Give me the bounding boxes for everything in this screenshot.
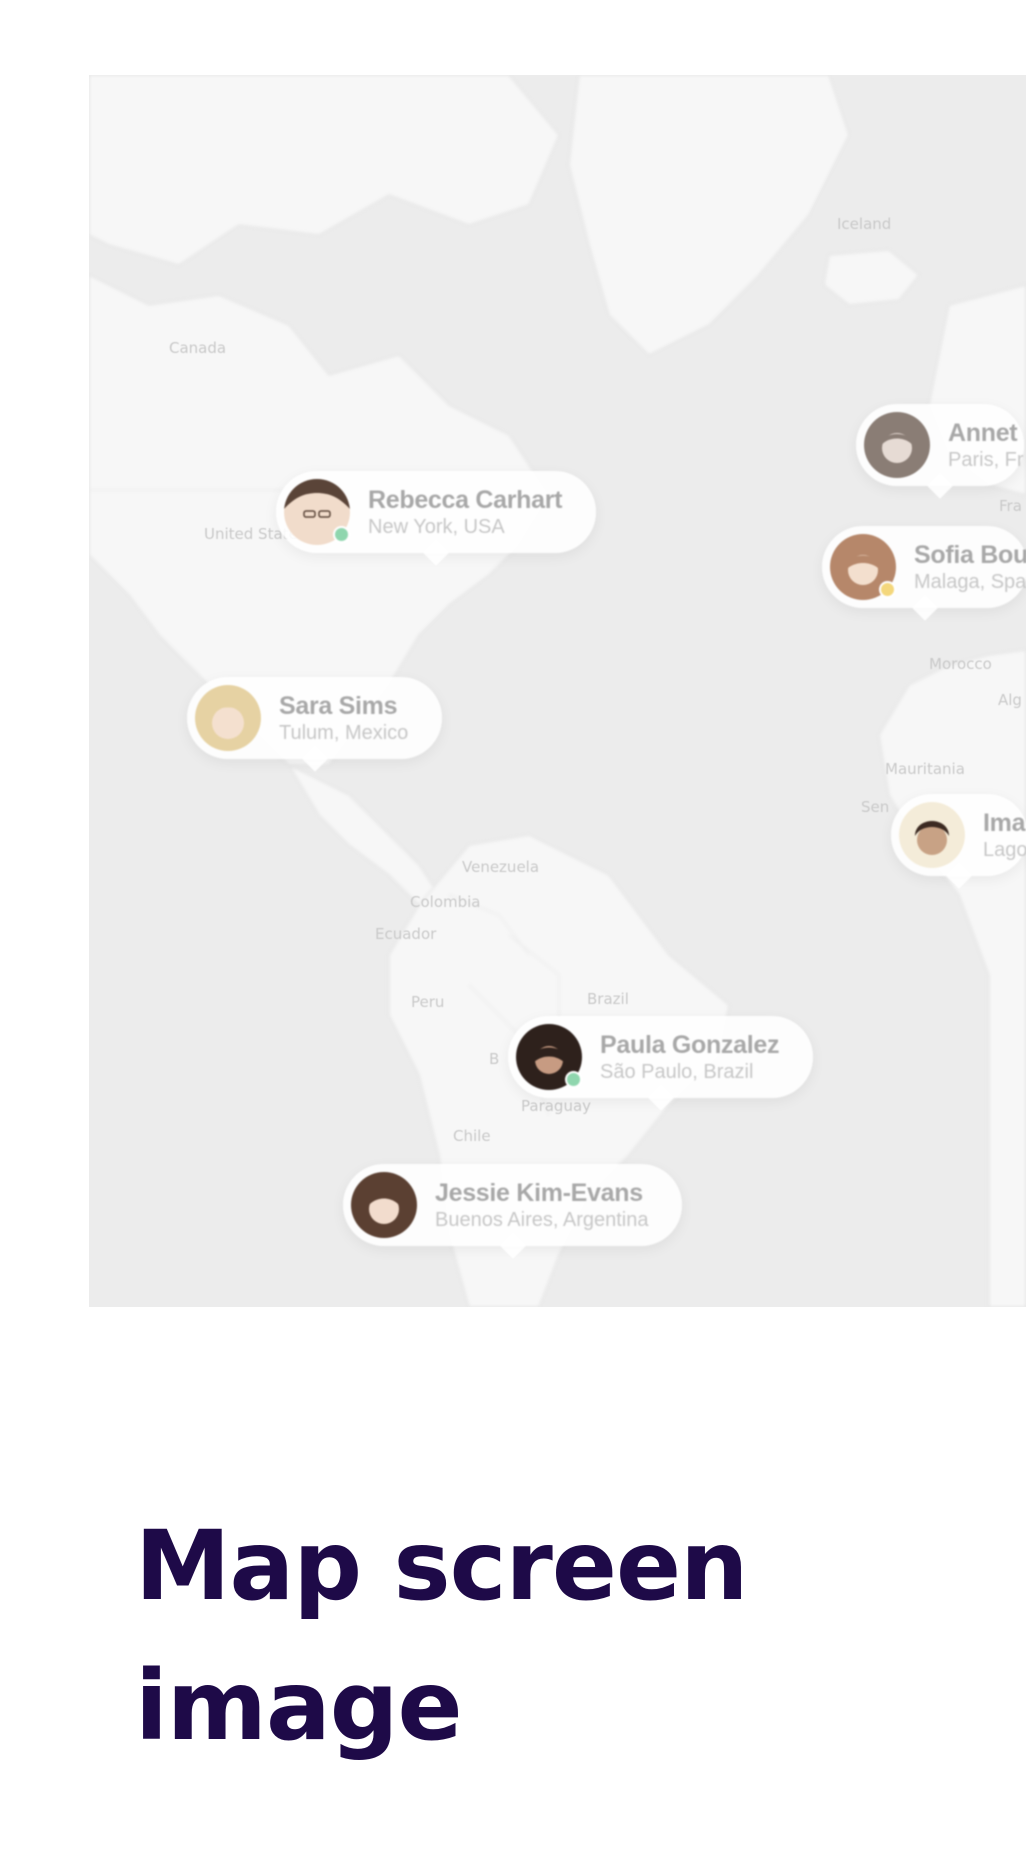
person-name: Sofia Bou xyxy=(914,541,1026,569)
person-location: Malaga, Spa xyxy=(914,571,1026,593)
avatar-photo xyxy=(864,412,930,478)
map-view[interactable]: Iceland Canada Fra United States Morocco… xyxy=(89,75,1026,1307)
avatar xyxy=(195,685,261,751)
person-location: Lago xyxy=(983,839,1026,861)
country-label-brazil: Brazil xyxy=(587,990,629,1008)
person-name: Sara Sims xyxy=(279,692,398,720)
avatar xyxy=(864,412,930,478)
country-label-colombia: Colombia xyxy=(410,893,481,911)
landmass-central-america xyxy=(287,763,441,906)
avatar xyxy=(351,1172,417,1238)
person-pin-paula[interactable]: Paula Gonzalez São Paulo, Brazil xyxy=(508,1016,814,1098)
page-title: Map screen image xyxy=(135,1496,975,1776)
country-label-peru: Peru xyxy=(411,993,445,1011)
landmass-greenland xyxy=(568,75,850,356)
person-name: Paula Gonzalez xyxy=(600,1031,780,1059)
landmass-africa xyxy=(878,649,1026,1307)
person-location: Buenos Aires, Argentina xyxy=(435,1209,649,1231)
country-label-bolivia: B xyxy=(489,1050,500,1068)
page-title-line-2: image xyxy=(135,1650,463,1762)
country-label-chile: Chile xyxy=(453,1127,491,1145)
person-pin-ima[interactable]: Ima Lago xyxy=(891,794,1026,876)
country-label-venezuela: Venezuela xyxy=(462,858,540,876)
country-label-paraguay: Paraguay xyxy=(521,1097,592,1115)
country-label-canada: Canada xyxy=(169,339,227,357)
country-label-ecuador: Ecuador xyxy=(375,925,437,943)
person-pin-sofia[interactable]: Sofia Bou Malaga, Spa xyxy=(822,526,1026,608)
online-status-dot xyxy=(565,1071,582,1088)
online-status-dot xyxy=(333,526,350,543)
country-label-senegal: Sen xyxy=(861,798,890,816)
country-label-morocco: Morocco xyxy=(929,655,992,673)
page-title-line-1: Map screen xyxy=(135,1510,748,1622)
person-name: Rebecca Carhart xyxy=(368,486,563,514)
avatar xyxy=(516,1024,582,1090)
avatar xyxy=(284,479,350,545)
landmass-iceland xyxy=(823,249,921,306)
avatar xyxy=(830,534,896,600)
person-location: New York, USA xyxy=(368,516,505,538)
person-pin-jessie[interactable]: Jessie Kim-Evans Buenos Aires, Argentina xyxy=(343,1164,683,1246)
person-location: Paris, Fr xyxy=(948,449,1024,471)
person-pin-annette[interactable]: Annet Paris, Fr xyxy=(856,404,1024,486)
person-name: Ima xyxy=(983,809,1026,837)
avatar-photo xyxy=(195,685,261,751)
country-label-iceland: Iceland xyxy=(837,215,892,233)
person-name: Annet xyxy=(948,419,1018,447)
person-pin-sara[interactable]: Sara Sims Tulum, Mexico xyxy=(187,677,443,759)
person-location: São Paulo, Brazil xyxy=(600,1061,754,1083)
country-label-france: Fra xyxy=(999,497,1022,515)
avatar xyxy=(899,802,965,868)
person-pin-rebecca[interactable]: Rebecca Carhart New York, USA xyxy=(276,471,597,553)
away-status-dot xyxy=(879,581,896,598)
avatar-photo xyxy=(899,802,965,868)
avatar-photo xyxy=(351,1172,417,1238)
landmass-canada-arctic xyxy=(89,75,560,266)
person-name: Jessie Kim-Evans xyxy=(435,1179,643,1207)
country-label-algeria: Alg xyxy=(998,691,1022,709)
country-label-mauritania: Mauritania xyxy=(885,760,965,778)
person-location: Tulum, Mexico xyxy=(279,722,409,744)
